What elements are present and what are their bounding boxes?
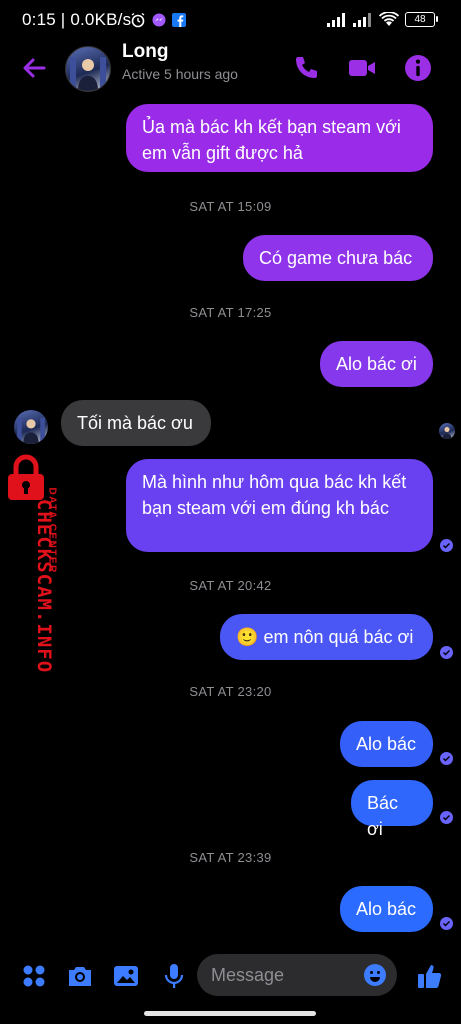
message-composer: Message: [0, 952, 461, 1000]
message-text: Tối mà bác ơu: [77, 413, 193, 433]
sent-check-icon: [440, 752, 453, 765]
arrow-left-icon[interactable]: [20, 54, 48, 82]
signal-2-icon: [353, 12, 371, 27]
phone-icon[interactable]: [292, 54, 320, 82]
info-icon[interactable]: [404, 54, 432, 82]
image-icon[interactable]: [112, 962, 140, 990]
received-message[interactable]: Tối mà bác ơu: [61, 400, 211, 446]
sent-message[interactable]: Có game chưa bác: [243, 235, 433, 281]
home-indicator[interactable]: [144, 1011, 316, 1016]
timestamp: SAT AT 23:20: [189, 684, 272, 699]
message-text: Alo bác: [356, 899, 417, 919]
messenger-notif-icon: [152, 13, 166, 27]
sent-message[interactable]: Alo bác: [340, 886, 433, 932]
watermark-logo: CHECKSCAM.INFO DATA CENTER: [0, 450, 60, 680]
avatar-image: [442, 427, 452, 439]
system-icons: 48: [327, 12, 438, 27]
four-dots-icon[interactable]: [20, 962, 48, 990]
sent-check-icon: [440, 917, 453, 930]
avatar-image: [17, 417, 45, 444]
message-placeholder: Message: [211, 965, 285, 985]
timestamp: SAT AT 15:09: [189, 199, 272, 214]
contact-name[interactable]: Long: [122, 41, 168, 63]
sent-message[interactable]: Alo bác: [340, 721, 433, 767]
smiley-icon[interactable]: [363, 963, 387, 987]
status-bar: 0:15 | 0.0KB/s 48: [0, 0, 461, 40]
timestamp: SAT AT 17:25: [189, 305, 272, 320]
avatar[interactable]: [65, 46, 111, 92]
sent-message[interactable]: 🙂 em nôn quá bác ơi: [220, 614, 433, 660]
sent-check-icon: [440, 539, 453, 552]
status-time: 0:15 | 0.0KB/s: [22, 10, 132, 29]
facebook-notif-icon: [172, 13, 186, 27]
battery-level: 48: [414, 14, 426, 25]
timestamp: SAT AT 23:39: [189, 850, 272, 865]
message-text: Mà hình như hôm qua bác kh kết bạn steam…: [142, 472, 407, 518]
wifi-icon: [379, 12, 399, 26]
thumbs-up-icon[interactable]: [416, 962, 444, 990]
sent-message[interactable]: Mà hình như hôm qua bác kh kết bạn steam…: [126, 459, 433, 552]
signal-icon: [327, 12, 345, 27]
message-text: Alo bác ơi: [336, 354, 417, 374]
timestamp: SAT AT 20:42: [189, 578, 272, 593]
video-camera-icon[interactable]: [348, 54, 376, 82]
message-text: Ủa mà bác kh kết bạn steam với em vẫn gi…: [142, 117, 401, 163]
avatar[interactable]: [14, 410, 48, 444]
lock-icon: [8, 454, 44, 500]
message-text: em nôn quá bác ơi: [263, 627, 414, 647]
message-text: Alo bác: [356, 734, 417, 754]
message-text: Bác ơi: [367, 793, 399, 839]
microphone-icon[interactable]: [160, 962, 188, 990]
watermark-sub: DATA CENTER: [46, 487, 58, 574]
sent-message[interactable]: Bác ơi: [351, 780, 433, 839]
message-text: Có game chưa bác: [259, 248, 413, 268]
battery-indicator: 48: [405, 12, 438, 27]
notification-icons: [130, 12, 186, 28]
emoji-glyph: 🙂: [236, 627, 259, 647]
camera-icon[interactable]: [66, 962, 94, 990]
contact-status: Active 5 hours ago: [122, 66, 238, 82]
watermark-text: CHECKSCAM.INFO DATA CENTER: [22, 488, 58, 688]
sent-check-icon: [440, 811, 453, 824]
sent-check-icon: [440, 646, 453, 659]
sent-message[interactable]: Ủa mà bác kh kết bạn steam với em vẫn gi…: [126, 104, 433, 172]
sent-message[interactable]: Alo bác ơi: [320, 341, 433, 387]
alarm-icon: [131, 12, 145, 28]
avatar-image: [70, 57, 106, 91]
chat-header: Long Active 5 hours ago: [0, 40, 461, 96]
seen-avatar: [439, 423, 455, 439]
message-input[interactable]: Message: [197, 954, 397, 996]
